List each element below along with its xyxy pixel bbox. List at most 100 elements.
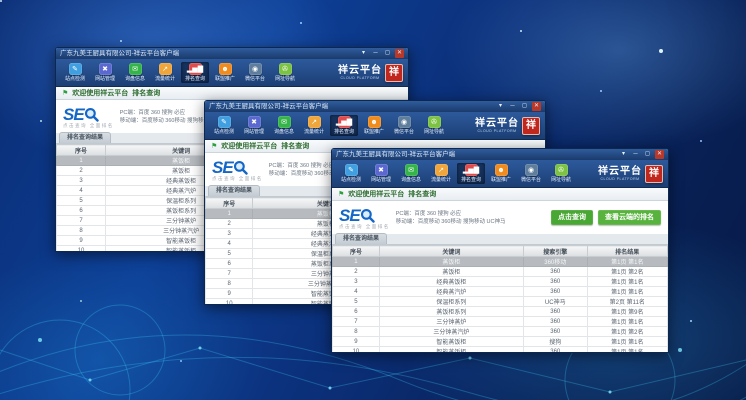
minimize-button[interactable]: ─: [508, 102, 517, 111]
supported-engines: PC端：百度 360 搜狗 必应 移动端：百度移动 360移动 搜狗移动 UC神…: [396, 211, 506, 225]
section-title: 排名查询: [132, 90, 160, 97]
toolbar-item-流量统计[interactable]: ↗ 流量统计: [427, 163, 455, 184]
toolbar-item-网站管理[interactable]: ✖ 网站管理: [91, 62, 119, 83]
toolbar-item-网址导航[interactable]: ✇ 网址导航: [271, 62, 299, 83]
title-bar[interactable]: 广东九美王厨具有限公司-祥云平台客户端 ▾ ─ ◻ ✕: [332, 149, 668, 160]
minimize-button[interactable]: ─: [371, 49, 380, 58]
welcome-text: 欢迎使用祥云平台: [72, 90, 128, 97]
table-row[interactable]: 6 蒸饭柜系列 360 第1页 第9名: [333, 307, 668, 317]
toolbar-item-微信平台[interactable]: ◉ 微信平台: [241, 62, 269, 83]
close-button[interactable]: ✕: [655, 150, 664, 159]
cell-seq: 10: [333, 347, 380, 353]
seo-slogan: 点击查询 全面排名: [339, 224, 390, 229]
brand-name: 祥云平台: [475, 119, 519, 129]
cell-seq: 7: [333, 317, 380, 327]
cell-seq: 5: [57, 196, 106, 206]
toolbar-item-微信平台[interactable]: ◉ 微信平台: [517, 163, 545, 184]
table-row[interactable]: 5 保温柜系列 UC神马 第2页 第11名: [333, 297, 668, 307]
skin-button[interactable]: ▾: [496, 102, 505, 111]
toolbar-item-网址导航[interactable]: ✇ 网址导航: [547, 163, 575, 184]
maximize-button[interactable]: ◻: [383, 49, 392, 58]
网站管理-icon: ✖: [99, 63, 112, 75]
toolbar-item-网址导航[interactable]: ✇ 网址导航: [420, 115, 448, 136]
table-row[interactable]: 3 经典蒸饭柜 360 第1页 第1名: [333, 277, 668, 287]
flag-icon: ⚑: [338, 191, 344, 198]
query-button[interactable]: 点击查询: [551, 210, 593, 225]
toolbar-item-排名查询[interactable]: ▂▅▇ 排名查询: [181, 62, 209, 83]
table-row[interactable]: 9 智能蒸饭柜 搜狗 第1页 第1名: [333, 337, 668, 347]
close-button[interactable]: ✕: [395, 49, 404, 58]
toolbar-item-微信平台[interactable]: ◉ 微信平台: [390, 115, 418, 136]
table-row[interactable]: 4 经典蒸汽炉 360 第1页 第1名: [333, 287, 668, 297]
cell-engine: UC神马: [523, 297, 587, 307]
排名查询-icon: ▂▅▇: [338, 116, 351, 128]
tab-rank-results[interactable]: 排名查询结果: [59, 132, 111, 143]
toolbar-item-站点检测[interactable]: ✎ 站点检测: [61, 62, 89, 83]
toolbar-item-站点检测[interactable]: ✎ 站点检测: [337, 163, 365, 184]
toolbar-item-询盘信息[interactable]: ✉ 询盘信息: [397, 163, 425, 184]
table-row[interactable]: 10 智能蒸饭柜 360 第1页 第1名: [333, 347, 668, 353]
title-bar[interactable]: 广东九美王厨具有限公司-祥云平台客户端 ▾ ─ ◻ ✕: [56, 48, 408, 59]
toolbar-item-排名查询[interactable]: ▂▅▇ 排名查询: [457, 163, 485, 184]
section-title: 排名查询: [408, 191, 436, 198]
toolbar-item-联盟推广[interactable]: ☻ 联盟推广: [487, 163, 515, 184]
cell-rank: 第1页 第1名: [587, 317, 667, 327]
maximize-button[interactable]: ◻: [520, 102, 529, 111]
brand-seal-icon: 祥: [645, 165, 663, 183]
skin-button[interactable]: ▾: [619, 150, 628, 159]
cell-keyword: 三分钟蒸汽炉: [379, 327, 523, 337]
tab-rank-results[interactable]: 排名查询结果: [335, 233, 387, 244]
seo-slogan: 点击查询 全面排名: [63, 123, 114, 128]
result-tab-strip: 排名查询结果: [332, 234, 668, 245]
微信平台-icon: ◉: [249, 63, 262, 75]
title-bar[interactable]: 广东九美王厨具有限公司-祥云平台客户端 ▾ ─ ◻ ✕: [205, 101, 545, 112]
cell-seq: 7: [206, 269, 253, 279]
toolbar-item-站点检测[interactable]: ✎ 站点检测: [210, 115, 238, 136]
cell-keyword: 经典蒸饭柜: [379, 277, 523, 287]
table-row[interactable]: 8 三分钟蒸汽炉 360 第1页 第2名: [333, 327, 668, 337]
toolbar-item-流量统计[interactable]: ↗ 流量统计: [151, 62, 179, 83]
toolbar-item-询盘信息[interactable]: ✉ 询盘信息: [270, 115, 298, 136]
排名查询-icon: ▂▅▇: [465, 164, 478, 176]
询盘信息-icon: ✉: [278, 116, 291, 128]
cell-rank: 第1页 第2名: [587, 267, 667, 277]
view-cloud-rank-button[interactable]: 查看云端的排名: [598, 210, 661, 225]
联盟推广-icon: ☻: [219, 63, 232, 75]
toolbar-item-网站管理[interactable]: ✖ 网站管理: [240, 115, 268, 136]
cell-keyword: 三分钟蒸炉: [379, 317, 523, 327]
cell-seq: 6: [57, 206, 106, 216]
main-toolbar: ✎ 站点检测 ✖ 网站管理 ✉ 询盘信息 ↗ 流量统计 ▂▅▇ 排名查询 ☻ 联…: [332, 160, 668, 188]
cell-seq: 8: [57, 226, 106, 236]
tab-rank-results[interactable]: 排名查询结果: [208, 185, 260, 196]
cell-engine: 360: [523, 327, 587, 337]
cell-seq: 1: [57, 156, 106, 166]
cell-rank: 第1页 第1名: [587, 347, 667, 353]
cell-rank: 第1页 第1名: [587, 337, 667, 347]
cell-engine: 搜狗: [523, 337, 587, 347]
cell-keyword: 蒸饭柜: [379, 267, 523, 277]
toolbar-item-网站管理[interactable]: ✖ 网站管理: [367, 163, 395, 184]
minimize-button[interactable]: ─: [631, 150, 640, 159]
流量统计-icon: ↗: [435, 164, 448, 176]
cell-seq: 9: [57, 236, 106, 246]
toolbar-item-联盟推广[interactable]: ☻ 联盟推广: [360, 115, 388, 136]
header-engine: 搜索引擎: [523, 246, 587, 257]
maximize-button[interactable]: ◻: [643, 150, 652, 159]
cell-engine: 360: [523, 287, 587, 297]
cell-keyword: 蒸饭柜: [379, 257, 523, 267]
table-row[interactable]: 7 三分钟蒸炉 360 第1页 第1名: [333, 317, 668, 327]
table-header-row: 序号 关键词 搜索引擎 排名结果: [333, 246, 668, 257]
brand-subtitle: CLOUD PLATFORM: [477, 129, 516, 133]
skin-button[interactable]: ▾: [359, 49, 368, 58]
toolbar-item-询盘信息[interactable]: ✉ 询盘信息: [121, 62, 149, 83]
table-row[interactable]: 1 蒸饭柜 360移动 第1页 第1名: [333, 257, 668, 267]
header-rank: 排名结果: [587, 246, 667, 257]
cell-keyword: 智能蒸饭柜: [379, 347, 523, 353]
toolbar-item-排名查询[interactable]: ▂▅▇ 排名查询: [330, 115, 358, 136]
table-row[interactable]: 2 蒸饭柜 360 第1页 第2名: [333, 267, 668, 277]
close-button[interactable]: ✕: [532, 102, 541, 111]
toolbar-item-流量统计[interactable]: ↗ 流量统计: [300, 115, 328, 136]
seo-header-row: SE 点击查询 全面排名 PC端：百度 360 搜狗 必应 移动端：百度移动 3…: [332, 201, 668, 234]
toolbar-item-联盟推广[interactable]: ☻ 联盟推广: [211, 62, 239, 83]
询盘信息-icon: ✉: [129, 63, 142, 75]
